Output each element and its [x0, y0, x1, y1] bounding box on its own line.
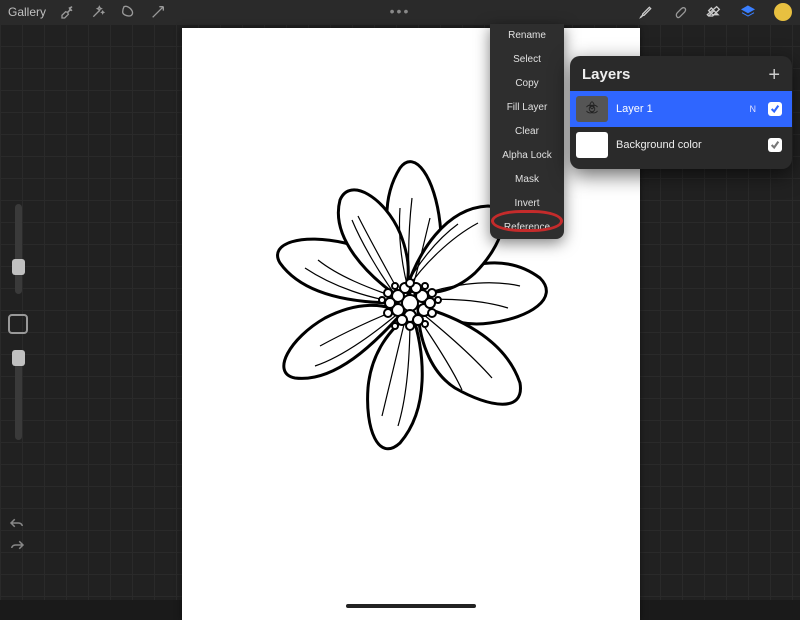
slider-thumb[interactable] [12, 259, 25, 275]
wrench-icon[interactable] [60, 4, 76, 20]
menu-item-invert[interactable]: Invert [490, 191, 564, 215]
layer-visibility-checkbox[interactable] [768, 102, 782, 116]
selection-icon[interactable] [120, 4, 136, 20]
brush-opacity-slider[interactable] [15, 350, 22, 440]
layers-icon[interactable] [740, 4, 756, 20]
smudge-icon[interactable] [672, 4, 688, 20]
layer-visibility-checkbox[interactable] [768, 138, 782, 152]
left-sidebar [6, 204, 30, 440]
undo-button[interactable] [8, 516, 26, 530]
layer-row[interactable]: Layer 1 N [570, 91, 792, 127]
slider-thumb[interactable] [12, 350, 25, 366]
layer-name: Layer 1 [616, 103, 742, 115]
top-toolbar: Gallery ••• [0, 0, 800, 24]
toolbar-left: Gallery [8, 4, 166, 20]
layers-header: Layers + [570, 56, 792, 91]
layer-name: Background color [616, 139, 760, 151]
layer-blend-badge: N [750, 104, 757, 114]
brush-size-slider[interactable] [15, 204, 22, 294]
undo-redo-group [8, 516, 26, 552]
menu-item-copy[interactable]: Copy [490, 71, 564, 95]
layers-title: Layers [582, 66, 630, 83]
gallery-button[interactable]: Gallery [8, 5, 46, 19]
wand-icon[interactable] [90, 4, 106, 20]
brush-icon[interactable] [638, 4, 654, 20]
layer-context-menu: Rename Select Copy Fill Layer Clear Alph… [490, 24, 564, 239]
menu-item-clear[interactable]: Clear [490, 119, 564, 143]
color-swatch[interactable] [774, 3, 792, 21]
layer-thumbnail [576, 96, 608, 122]
eraser-icon[interactable] [706, 4, 722, 20]
menu-item-alpha-lock[interactable]: Alpha Lock [490, 143, 564, 167]
layer-row[interactable]: Background color [570, 127, 792, 163]
menu-item-fill-layer[interactable]: Fill Layer [490, 95, 564, 119]
home-indicator [346, 604, 476, 608]
layer-thumbnail [576, 132, 608, 158]
toolbar-right [638, 3, 792, 21]
menu-item-reference[interactable]: Reference [490, 215, 564, 239]
menu-item-rename[interactable]: Rename [490, 24, 564, 47]
layers-panel: Layers + Layer 1 N Background color [570, 56, 792, 169]
canvas-actions-button[interactable]: ••• [390, 3, 411, 19]
move-icon[interactable] [150, 4, 166, 20]
main-area: Rename Select Copy Fill Layer Clear Alph… [0, 24, 800, 600]
redo-button[interactable] [8, 538, 26, 552]
add-layer-button[interactable]: + [768, 68, 780, 82]
menu-item-mask[interactable]: Mask [490, 167, 564, 191]
modify-button[interactable] [8, 314, 28, 334]
menu-item-select[interactable]: Select [490, 47, 564, 71]
